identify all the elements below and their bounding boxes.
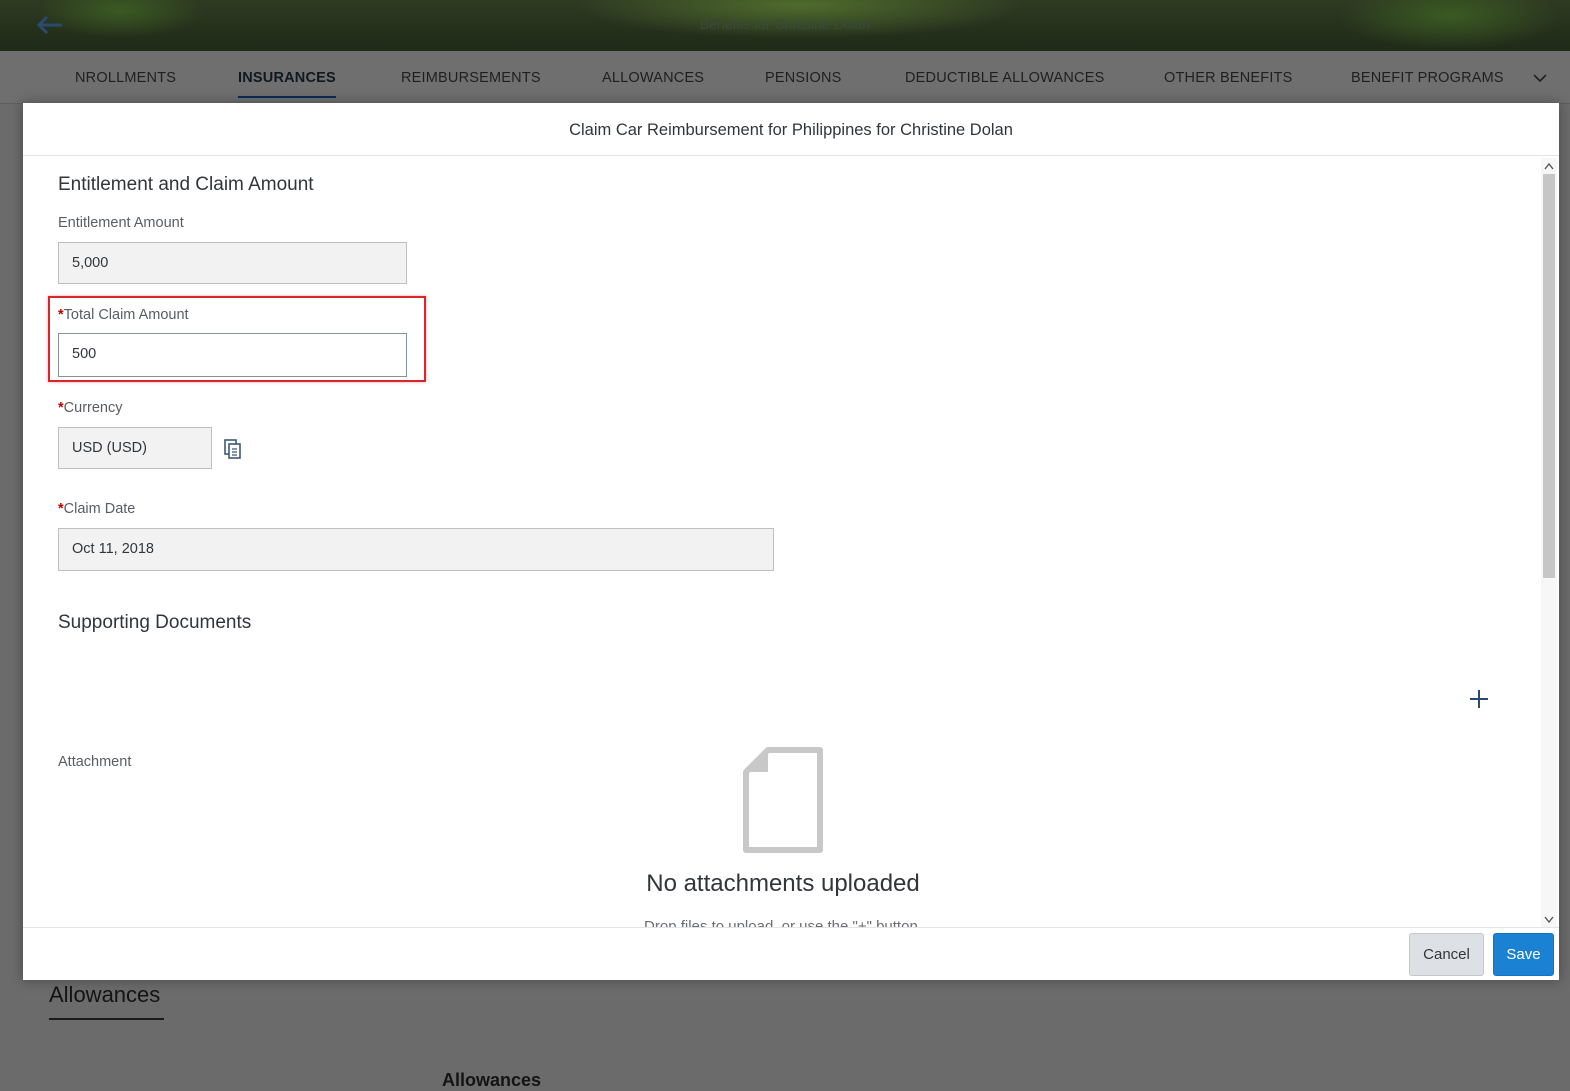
claim-dialog: Claim Car Reimbursement for Philippines … xyxy=(23,103,1559,980)
currency-label: *Currency xyxy=(58,400,122,416)
cancel-button[interactable]: Cancel xyxy=(1409,933,1484,976)
allowances-subheading: Allowances xyxy=(442,1070,542,1090)
section-title-supporting-documents: Supporting Documents xyxy=(58,612,252,633)
total-claim-amount-label-text: Total Claim Amount xyxy=(63,307,189,323)
dialog-title: Claim Car Reimbursement for Philippines … xyxy=(569,121,1013,139)
total-claim-amount-input[interactable]: 500 xyxy=(58,333,407,377)
page-header: Benefits for Christine Dolan xyxy=(0,0,1570,51)
attachment-label: Attachment xyxy=(58,754,132,770)
currency-label-text: Currency xyxy=(63,400,123,416)
claim-date-label-text: Claim Date xyxy=(63,501,136,517)
currency-field[interactable]: USD (USD) xyxy=(58,427,212,469)
scroll-up-icon[interactable] xyxy=(1544,162,1554,170)
dialog-scrollbar[interactable] xyxy=(1541,158,1557,928)
tab-other-benefits[interactable]: OTHER BENEFITS xyxy=(1164,70,1292,86)
section-title-entitlement: Entitlement and Claim Amount xyxy=(58,174,314,195)
add-icon[interactable] xyxy=(1468,688,1490,710)
copy-icon[interactable] xyxy=(223,438,243,460)
tab-enrollments[interactable]: NROLLMENTS xyxy=(75,70,176,86)
entitlement-amount-label: Entitlement Amount xyxy=(58,215,184,231)
section-heading-allowances: Allowances xyxy=(49,982,161,1007)
dialog-header: Claim Car Reimbursement for Philippines … xyxy=(23,103,1559,156)
empty-attachments-subtitle: Drop files to upload, or use the "+" but… xyxy=(644,918,922,927)
dialog-footer: Cancel Save xyxy=(23,927,1559,981)
tab-benefit-programs[interactable]: BENEFIT PROGRAMS xyxy=(1351,70,1504,86)
page-header-title: Benefits for Christine Dolan xyxy=(699,16,871,32)
claim-date-field[interactable]: Oct 11, 2018 xyxy=(58,528,774,571)
chevron-down-icon[interactable] xyxy=(1532,70,1548,86)
empty-attachments-title: No attachments uploaded xyxy=(646,870,920,897)
section-heading-underline xyxy=(49,1018,164,1020)
tab-allowances[interactable]: ALLOWANCES xyxy=(602,70,704,86)
document-icon xyxy=(743,747,823,853)
dialog-body: Entitlement and Claim Amount Entitlement… xyxy=(23,156,1559,927)
tab-pensions[interactable]: PENSIONS xyxy=(765,70,842,86)
tab-deductible-allowances[interactable]: DEDUCTIBLE ALLOWANCES xyxy=(905,70,1104,86)
tab-insurances[interactable]: INSURANCES xyxy=(238,70,336,98)
total-claim-amount-label: *Total Claim Amount xyxy=(58,307,189,323)
entitlement-amount-field[interactable]: 5,000 xyxy=(58,242,407,284)
claim-date-label: *Claim Date xyxy=(58,501,135,517)
tab-bar: NROLLMENTS INSURANCES REIMBURSEMENTS ALL… xyxy=(0,51,1570,104)
scroll-down-icon[interactable] xyxy=(1544,916,1554,924)
tab-reimbursements[interactable]: REIMBURSEMENTS xyxy=(401,70,541,86)
save-button[interactable]: Save xyxy=(1493,933,1554,976)
scrollbar-thumb[interactable] xyxy=(1543,174,1555,578)
